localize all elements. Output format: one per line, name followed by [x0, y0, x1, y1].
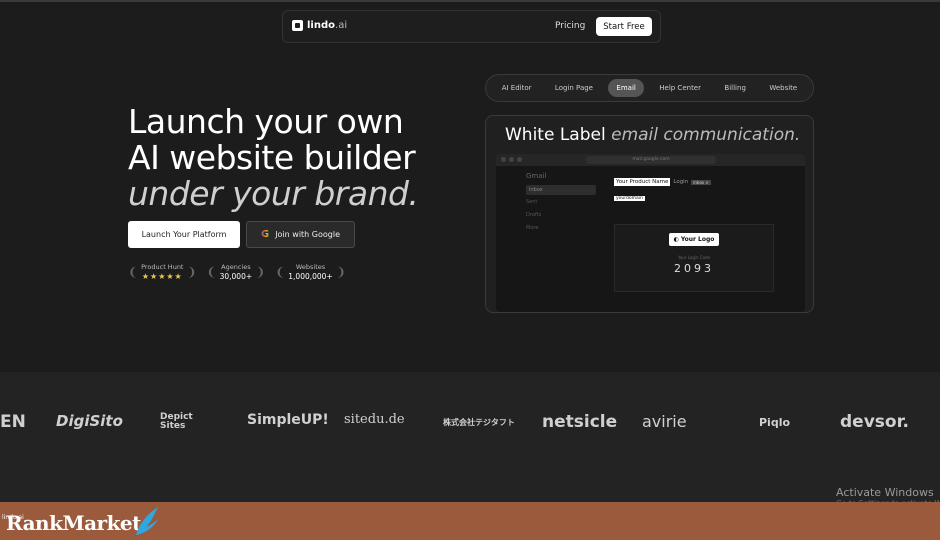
tab-website[interactable]: Website [761, 79, 805, 97]
join-google-label: Join with Google [275, 230, 341, 239]
panel-title: White Label email communication. [505, 125, 800, 145]
email-card: ◐ Your Logo Your Login Code 2093 [614, 224, 774, 292]
stat-value: 30,000+ [219, 272, 253, 281]
feature-tabs: AI Editor Login Page Email Help Center B… [485, 74, 814, 102]
tab-email[interactable]: Email [608, 79, 644, 97]
social-proof-stats: ❨ Product Hunt ★★★★★ ❩ ❨ Agencies 30,000… [128, 262, 346, 282]
client-logo: Depict Sites [160, 412, 193, 431]
brand-logo[interactable]: lindo.ai [292, 20, 347, 31]
join-google-button[interactable]: G Join with Google [246, 221, 355, 248]
rating-stars-icon: ★★★★★ [141, 272, 183, 281]
logo-name: lindo [307, 20, 336, 31]
logo-mark-icon: ◐ [673, 236, 679, 243]
window-dots-icon [501, 157, 522, 162]
code-label: Your Login Code [677, 255, 711, 260]
panel-title-plain: White Label [505, 125, 606, 145]
stat-websites: ❨ Websites 1,000,000+ ❩ [275, 262, 346, 282]
hero-line-1: Launch your own [128, 102, 404, 141]
top-navbar: lindo.ai Pricing Start Free [282, 10, 661, 43]
start-free-button[interactable]: Start Free [596, 17, 652, 36]
footer-watermark-bar: lindo.ai RankMarket [0, 502, 940, 540]
client-logo: devsor. [840, 412, 909, 432]
stat-value: 1,000,000+ [288, 272, 333, 281]
inbox-label: Inbox × [691, 179, 711, 185]
mail-sidebar: Gmail Inbox Sent Drafts More [526, 172, 596, 238]
bird-icon [136, 507, 158, 535]
client-logo: EN [0, 412, 26, 432]
client-logo: Piqlo [759, 416, 791, 429]
laurel-left-icon: ❨ [128, 265, 139, 279]
hero-line-3: under your brand. [128, 174, 419, 213]
sidebar-item-inbox: Inbox [526, 185, 596, 195]
from-line: yourdomain [614, 196, 804, 201]
gmail-logo: Gmail [526, 172, 547, 180]
logo-suffix: .ai [335, 20, 348, 31]
stat-product-hunt: ❨ Product Hunt ★★★★★ ❩ [128, 262, 197, 282]
sidebar-item-more: More [526, 225, 539, 231]
laurel-right-icon: ❩ [255, 265, 266, 279]
hero-line-2: AI website builder [128, 138, 416, 177]
laurel-right-icon: ❩ [335, 265, 346, 279]
google-icon: G [260, 229, 270, 240]
login-code: 2093 [674, 262, 714, 275]
your-logo-text: Your Logo [680, 236, 715, 243]
client-logo: sitedu.de [344, 412, 405, 427]
stat-label: Websites [295, 263, 326, 271]
product-name-tag: Your Product Name [614, 178, 671, 186]
laurel-left-icon: ❨ [206, 265, 217, 279]
client-logo: 株式会社テジタフト [443, 418, 515, 427]
client-logo: DigiSito [56, 412, 123, 430]
nav-link-pricing[interactable]: Pricing [555, 21, 585, 31]
sidebar-item-drafts: Drafts [526, 212, 542, 218]
address-bar: mail.google.com [586, 156, 716, 164]
stat-label: Product Hunt [141, 263, 184, 271]
sidebar-item-sent: Sent [526, 199, 538, 205]
your-logo-badge: ◐ Your Logo [669, 233, 719, 246]
hero-headline: Launch your own AI website builder under… [128, 102, 419, 213]
subject-text: Login [673, 179, 689, 185]
tab-help-center[interactable]: Help Center [651, 79, 709, 97]
tab-login-page[interactable]: Login Page [547, 79, 601, 97]
mail-body: Your Product Name Login Inbox × yourdoma… [614, 178, 804, 201]
browser-mockup: mail.google.com Gmail Inbox Sent Drafts … [496, 154, 805, 312]
rankmarket-logo: RankMarket [6, 511, 141, 535]
client-logo: netsicle [542, 412, 618, 432]
stat-label: Agencies [221, 263, 251, 271]
from-domain: yourdomain [614, 196, 645, 201]
email-preview-panel: White Label email communication. mail.go… [485, 115, 814, 313]
tab-ai-editor[interactable]: AI Editor [494, 79, 540, 97]
client-logo: avirie [642, 412, 687, 431]
launch-platform-button[interactable]: Launch Your Platform [128, 221, 240, 248]
activate-windows-title: Activate Windows [836, 486, 934, 499]
client-logo: SimpleUP! [247, 412, 329, 428]
logo-icon [292, 20, 303, 31]
top-border [0, 0, 940, 2]
laurel-right-icon: ❩ [186, 265, 197, 279]
panel-title-italic: email communication. [611, 125, 801, 145]
stat-agencies: ❨ Agencies 30,000+ ❩ [207, 262, 266, 282]
client-logo-strip: EN DigiSito Depict Sites SimpleUP! sited… [0, 372, 940, 508]
tab-billing[interactable]: Billing [716, 79, 753, 97]
browser-toolbar: mail.google.com [496, 154, 805, 166]
email-subject: Your Product Name Login Inbox × [614, 178, 804, 186]
laurel-left-icon: ❨ [275, 265, 286, 279]
